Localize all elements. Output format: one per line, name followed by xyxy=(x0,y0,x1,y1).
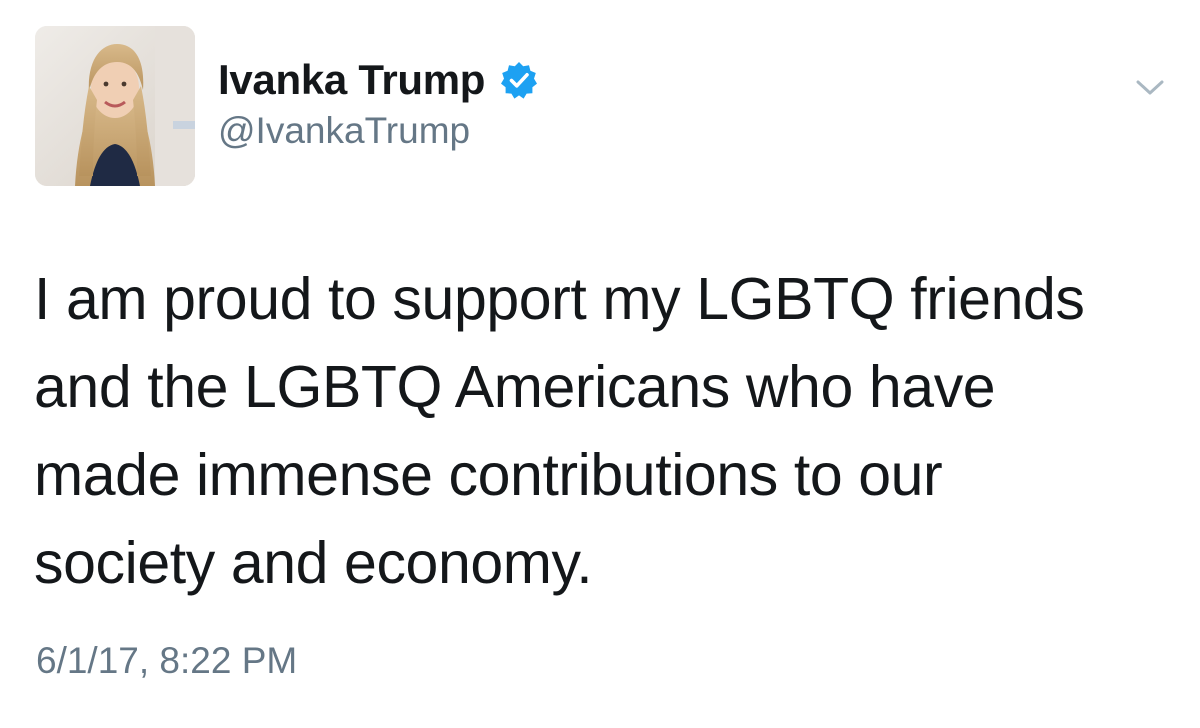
display-name[interactable]: Ivanka Trump xyxy=(218,56,485,104)
display-name-row: Ivanka Trump xyxy=(218,52,539,108)
tweet-text-line: and the LGBTQ Americans who have xyxy=(34,354,996,420)
tweet-text-line: made immense contributions to our xyxy=(34,442,943,508)
tweet-menu-button[interactable] xyxy=(1128,70,1172,104)
tweet-text-line: I am proud to support my LGBTQ friends xyxy=(34,266,1085,332)
avatar[interactable] xyxy=(35,26,195,186)
tweet-text: I am proud to support my LGBTQ friends a… xyxy=(34,255,1174,607)
verified-badge-icon xyxy=(499,60,539,100)
timestamp[interactable]: 6/1/17, 8:22 PM xyxy=(36,640,297,682)
tweet-card: Ivanka Trump @IvankaTrump I am proud to … xyxy=(0,0,1200,728)
chevron-down-icon xyxy=(1136,80,1164,95)
profile-photo-icon xyxy=(35,26,195,186)
tweet-text-line: society and economy. xyxy=(34,530,593,596)
handle[interactable]: @IvankaTrump xyxy=(218,110,470,152)
